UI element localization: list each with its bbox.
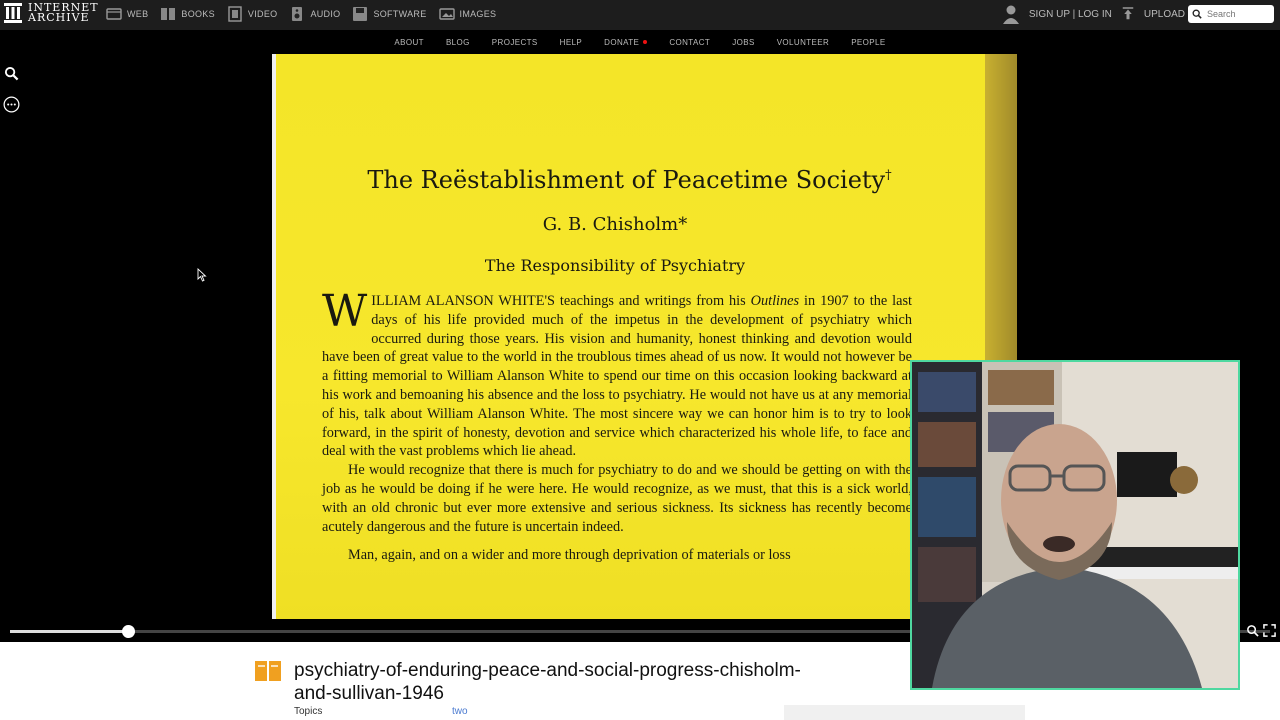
subnav-item-about[interactable]: ABOUT (394, 38, 424, 47)
webcam-overlay (910, 360, 1240, 690)
media-item-label: BOOKS (181, 9, 215, 19)
item-title: psychiatry-of-enduring-peace-and-social-… (294, 660, 801, 704)
topics-label: Topics (294, 706, 323, 717)
more-options-icon (3, 96, 19, 112)
media-item-images[interactable]: IMAGES (438, 6, 497, 22)
reader-more-button[interactable] (2, 95, 20, 113)
search-box (1188, 5, 1274, 23)
signup-login-link[interactable]: SIGN UP | LOG IN (1029, 9, 1112, 20)
search-input[interactable] (1205, 8, 1269, 20)
subnav-item-jobs[interactable]: JOBS (732, 38, 755, 47)
paragraph: He would recognize that there is much fo… (322, 462, 912, 535)
mouse-cursor-icon (197, 268, 207, 282)
reader-search-button[interactable] (2, 64, 20, 82)
zoom-icon[interactable] (1246, 624, 1259, 637)
title-footnote-mark: † (885, 168, 892, 183)
paragraph: W ILLIAM ALANSON WHITE'S teachings and wr… (322, 286, 912, 461)
logo-text-line2: ARCHIVE (28, 11, 90, 24)
drop-cap: W (322, 286, 368, 337)
media-item-label: SOFTWARE (373, 9, 427, 19)
donate-label: DONATE (604, 37, 640, 47)
webcam-video-frame (912, 362, 1238, 688)
paragraph: Man, again, and on a wider and more thro… (348, 547, 791, 564)
user-area: SIGN UP | LOG IN UPLOAD (1002, 4, 1185, 24)
fullscreen-icon[interactable] (1263, 624, 1276, 637)
document-body: W ILLIAM ALANSON WHITE'S teachings and wr… (322, 286, 912, 565)
media-item-books[interactable]: BOOKS (160, 6, 215, 22)
paragraph-text: in 1907 to the last days of his life pro… (322, 293, 912, 460)
media-item-software[interactable]: SOFTWARE (352, 6, 426, 22)
subnav-item-contact[interactable]: CONTACT (669, 38, 710, 47)
subnav-item-volunteer[interactable]: VOLUNTEER (777, 38, 830, 47)
internet-archive-logo[interactable]: INTERNET ARCHIVE (4, 2, 99, 24)
page-slider-fill (10, 630, 129, 633)
subnav-item-help[interactable]: HELP (560, 38, 583, 47)
media-item-label: IMAGES (459, 9, 497, 19)
donate-heart-icon (643, 40, 648, 45)
book-icon (255, 661, 281, 681)
media-item-video[interactable]: VIDEO (227, 6, 278, 22)
top-navigation-bar: INTERNET ARCHIVE WEB BOOKS VIDEO AUDIO S… (0, 0, 1280, 30)
images-icon (438, 8, 455, 20)
document-section-heading: The Responsibility of Psychiatry (484, 256, 746, 275)
media-type-nav: WEB BOOKS VIDEO AUDIO SOFTWARE IMAGES (106, 6, 496, 22)
paragraph-italic-text: Outlines (750, 293, 800, 309)
subnav-item-people[interactable]: PEOPLE (851, 38, 885, 47)
video-icon (228, 6, 242, 22)
paragraph-text: ILLIAM ALANSON WHITE'S teachings and wri… (371, 293, 751, 309)
document-author: G. B. Chisholm* (542, 214, 688, 235)
subnav-item-projects[interactable]: PROJECTS (492, 38, 538, 47)
search-icon (1192, 9, 1202, 19)
media-item-label: AUDIO (310, 9, 341, 19)
page-slider-handle[interactable] (122, 625, 136, 638)
document-title: The Reëstablishment of Peacetime Society… (272, 166, 987, 194)
upload-link[interactable]: UPLOAD (1144, 9, 1185, 20)
software-icon (353, 7, 368, 21)
media-item-label: WEB (127, 9, 149, 19)
audio-icon (292, 7, 303, 21)
media-item-web[interactable]: WEB (106, 6, 148, 22)
topics-value[interactable]: two (452, 706, 468, 717)
search-icon (4, 66, 18, 80)
loading-placeholder (784, 705, 1025, 720)
subnav-item-blog[interactable]: BLOG (446, 38, 470, 47)
books-icon (161, 8, 176, 20)
book-page: The Reëstablishment of Peacetime Society… (272, 54, 987, 619)
web-icon (106, 8, 122, 20)
logo-text: INTERNET ARCHIVE (28, 2, 99, 24)
media-item-audio[interactable]: AUDIO (289, 6, 340, 22)
archive-building-icon (4, 3, 22, 23)
subnav-item-donate[interactable]: DONATE (604, 37, 648, 47)
secondary-nav: ABOUT BLOG PROJECTS HELP DONATE CONTACT … (0, 30, 1280, 54)
media-item-label: VIDEO (247, 9, 278, 19)
user-icon (1002, 5, 1019, 24)
document-title-text: The Reëstablishment of Peacetime Society (367, 166, 886, 194)
upload-icon (1122, 7, 1134, 20)
zoom-controls (1246, 624, 1276, 637)
